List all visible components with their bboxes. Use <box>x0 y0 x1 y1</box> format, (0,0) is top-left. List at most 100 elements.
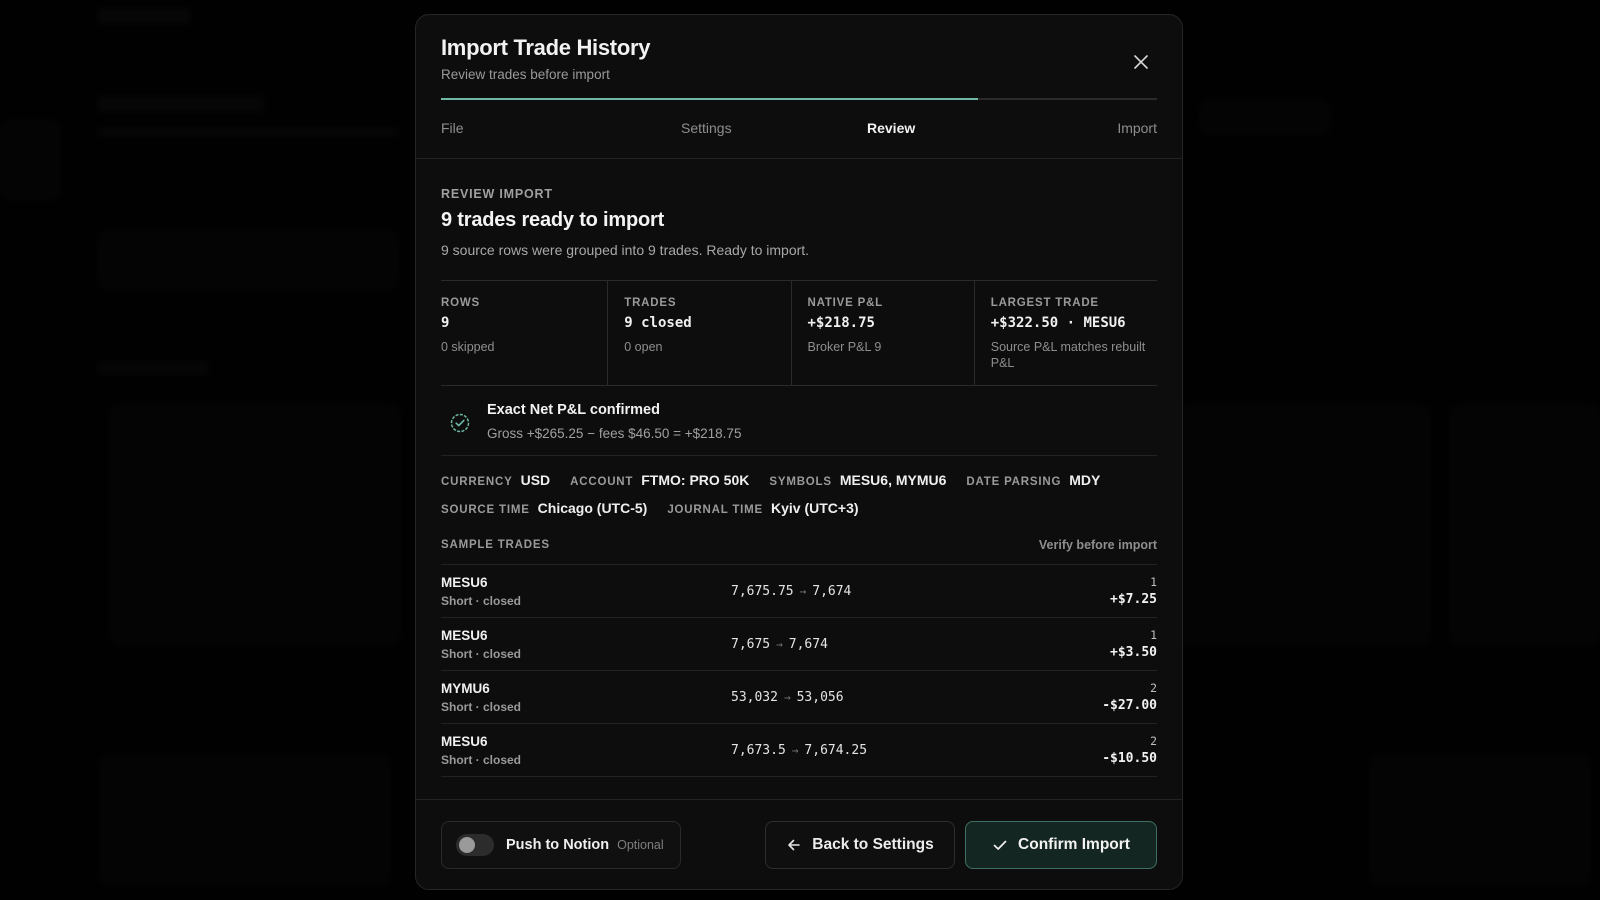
stat-value: 9 closed <box>624 315 692 331</box>
meta-source-time: SOURCE TIME Chicago (UTC-5) <box>441 500 647 516</box>
stat-trades: TRADES 9 closed 0 open <box>607 281 790 385</box>
confirmation-title: Exact Net P&L confirmed <box>487 402 660 418</box>
meta-currency: CURRENCY USD <box>441 472 550 488</box>
close-button[interactable] <box>1128 49 1154 75</box>
sample-trades-header: SAMPLE TRADES Verify before import <box>441 528 1157 565</box>
trade-qty: 1 <box>1150 575 1157 589</box>
confirm-button-label: Confirm Import <box>1018 835 1130 853</box>
trade-side: Short · closed <box>441 646 522 661</box>
trade-side: Short · closed <box>441 699 522 714</box>
sample-trades-note: Verify before import <box>1038 538 1157 552</box>
meta-line-1: CURRENCY USD ACCOUNT FTMO: PRO 50K SYMBOLS… <box>441 472 1157 488</box>
trade-qty: 1 <box>1150 628 1157 642</box>
trade-symbol: MESU6 <box>441 574 488 590</box>
table-row: MESU6 Short · closed 7,675.75 → 7,674 1 +$7.… <box>441 565 1157 618</box>
import-modal: Import Trade History Review trades befor… <box>415 14 1183 890</box>
meta-value: MESU6, MYMU6 <box>839 472 947 488</box>
trade-qty: 2 <box>1150 681 1157 695</box>
trade-exit: 53,056 <box>796 689 844 705</box>
arrow-left-icon <box>788 839 801 850</box>
trade-qty: 2 <box>1150 734 1157 748</box>
meta-symbols: SYMBOLS MESU6, MYMU6 <box>769 472 946 488</box>
confirmation-formula: Gross +$265.25 − fees $46.50 = +$218.75 <box>487 426 742 441</box>
arrow-right-icon: → <box>776 637 783 651</box>
trade-side: Short · closed <box>441 593 522 608</box>
meta-key: DATE PARSING <box>966 476 1062 488</box>
back-button-label: Back to Settings <box>812 835 934 853</box>
modal-footer: Push to Notion Optional Back to Settings… <box>416 799 1182 889</box>
trade-pnl: -$10.50 <box>1102 751 1157 766</box>
meta-account: ACCOUNT FTMO: PRO 50K <box>570 472 749 488</box>
stat-sub: Source P&L matches rebuilt P&L <box>990 340 1146 370</box>
step-import[interactable]: Import <box>1117 120 1157 136</box>
modal-subtitle: Review trades before import <box>441 67 610 82</box>
meta-line-2: SOURCE TIME Chicago (UTC-5) JOURNAL TIME K… <box>441 500 1157 516</box>
meta-value: FTMO: PRO 50K <box>641 472 750 488</box>
modal-title: Import Trade History <box>441 35 651 60</box>
meta-value: MDY <box>1069 472 1101 488</box>
push-to-notion: Push to Notion Optional <box>441 820 681 869</box>
trade-entry: 7,673.5 <box>731 742 786 758</box>
step-settings[interactable]: Settings <box>681 120 732 136</box>
review-description: 9 source rows were grouped into 9 trades… <box>441 242 810 258</box>
stat-rows: ROWS 9 0 skipped <box>441 281 607 385</box>
stat-sub: Broker P&L 9 <box>807 340 882 354</box>
meta-journal-time: JOURNAL TIME Kyiv (UTC+3) <box>667 500 858 516</box>
stat-label: NATIVE P&L <box>807 297 884 309</box>
table-row: MESU6 Short · closed 7,675 → 7,674 1 +$3.50 <box>441 618 1157 671</box>
meta-key: SYMBOLS <box>769 476 832 488</box>
stat-label: ROWS <box>441 297 480 309</box>
stat-label: TRADES <box>624 297 677 309</box>
trade-pnl: +$3.50 <box>1110 645 1157 660</box>
meta-value: Chicago (UTC-5) <box>537 500 648 516</box>
trade-exit: 7,674 <box>788 636 828 652</box>
table-row: MYMU6 Short · closed 53,032 → 53,056 2 -$27.… <box>441 671 1157 724</box>
trade-symbol: MYMU6 <box>441 680 490 696</box>
stat-value: 9 <box>441 315 450 331</box>
stat-sub: 0 skipped <box>441 340 495 354</box>
meta-value: Kyiv (UTC+3) <box>771 500 859 516</box>
review-eyebrow: REVIEW IMPORT <box>441 187 553 201</box>
meta-key: SOURCE TIME <box>441 504 530 516</box>
arrow-right-icon: → <box>783 690 791 704</box>
trade-symbol: MESU6 <box>441 733 488 749</box>
notion-toggle[interactable] <box>456 833 494 856</box>
trade-exit: 7,674.25 <box>804 742 868 758</box>
review-body: REVIEW IMPORT 9 trades ready to import 9… <box>416 159 1182 777</box>
stat-label: LARGEST TRADE <box>990 297 1099 309</box>
trade-pnl: +$7.25 <box>1110 592 1157 607</box>
review-heading: 9 trades ready to import <box>441 209 665 231</box>
meta-key: CURRENCY <box>441 476 513 488</box>
trade-entry: 53,032 <box>731 689 778 705</box>
toggle-knob <box>459 836 475 853</box>
step-file[interactable]: File <box>441 120 464 136</box>
stepper: File Settings Review Import <box>441 100 1157 158</box>
stat-sub: 0 open <box>624 340 663 354</box>
trade-entry: 7,675.75 <box>731 583 794 599</box>
trade-pnl: -$27.00 <box>1102 698 1157 713</box>
back-to-settings-button[interactable]: Back to Settings <box>765 820 955 869</box>
notion-optional: Optional <box>617 837 664 852</box>
modal-header: Import Trade History Review trades befor… <box>416 15 1182 82</box>
step-review[interactable]: Review <box>867 120 915 136</box>
trade-exit: 7,674 <box>812 583 852 599</box>
stats-grid: ROWS 9 0 skipped TRADES 9 closed 0 open … <box>441 280 1157 386</box>
trade-entry: 7,675 <box>731 636 771 652</box>
arrow-right-icon: → <box>791 743 799 757</box>
stat-largest-trade: LARGEST TRADE +$322.50 · MESU6 Source P&… <box>973 281 1157 385</box>
meta-key: ACCOUNT <box>570 476 634 488</box>
stat-value: +$218.75 <box>807 315 875 331</box>
check-circle-icon <box>450 413 470 433</box>
confirm-import-button[interactable]: Confirm Import <box>965 820 1157 869</box>
check-icon <box>993 840 1007 850</box>
meta-date-parsing: DATE PARSING MDY <box>966 472 1100 488</box>
stat-value: +$322.50 · MESU6 <box>990 315 1126 331</box>
close-icon <box>1134 55 1148 69</box>
meta-value: USD <box>520 472 551 488</box>
arrow-right-icon: → <box>799 584 807 598</box>
notion-label: Push to Notion <box>506 836 610 853</box>
stat-native-pnl: NATIVE P&L +$218.75 Broker P&L 9 <box>790 281 974 385</box>
trade-side: Short · closed <box>441 752 522 767</box>
meta-key: JOURNAL TIME <box>667 504 763 516</box>
pnl-confirmation: Exact Net P&L confirmed Gross +$265.25 −… <box>441 386 1157 456</box>
